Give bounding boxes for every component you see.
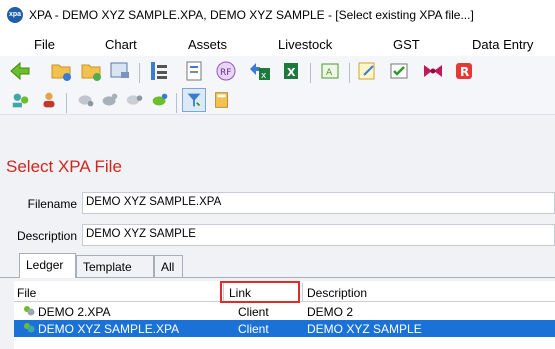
svg-text:x: x (261, 71, 267, 81)
excel-icon[interactable]: X (279, 59, 303, 83)
app-logo: xpa (7, 7, 23, 23)
back-arrow-icon[interactable] (8, 59, 32, 83)
bowtie-icon[interactable] (421, 59, 445, 83)
menu-chart[interactable]: Chart (105, 37, 137, 52)
menu-file[interactable]: File (34, 37, 55, 52)
cattle-icon[interactable] (99, 89, 123, 113)
menu-data-entry[interactable]: Data Entry (472, 37, 533, 52)
svg-text:R: R (460, 65, 469, 79)
print-preview-icon[interactable] (108, 59, 132, 83)
menu-livestock[interactable]: Livestock (278, 37, 332, 52)
calculator-icon[interactable] (211, 89, 235, 113)
svg-text:A: A (326, 68, 333, 78)
file-icon (22, 321, 36, 335)
goats-icon[interactable] (149, 89, 173, 113)
menu-assets[interactable]: Assets (188, 37, 227, 52)
menu-gst[interactable]: GST (393, 37, 420, 52)
cell-file: DEMO XYZ SAMPLE.XPA (38, 322, 180, 336)
cell-link: Client (238, 305, 269, 319)
sheep-icon[interactable] (123, 89, 147, 113)
link-column-highlight (220, 281, 300, 303)
chart-of-accounts-icon[interactable] (147, 59, 171, 83)
r-icon[interactable]: R (452, 59, 476, 83)
folder-icon[interactable] (80, 59, 104, 83)
excel-export-icon[interactable]: x (248, 59, 272, 83)
description-field[interactable]: DEMO XYZ SAMPLE (82, 224, 555, 246)
notepad-icon[interactable] (355, 59, 379, 83)
cell-description: DEMO 2 (307, 305, 354, 319)
panel-heading: Select XPA File (6, 157, 122, 176)
livestock-icon[interactable] (75, 89, 99, 113)
ledger-icon[interactable]: A (318, 59, 342, 83)
checklist-icon[interactable] (387, 59, 411, 83)
svg-text:RF: RF (220, 68, 231, 78)
cell-description: DEMO XYZ SAMPLE (307, 322, 422, 336)
document-icon[interactable] (183, 59, 207, 83)
svg-text:X: X (287, 66, 296, 79)
filename-label: Filename (27, 197, 77, 211)
tab-strip-line (0, 277, 555, 278)
users-icon[interactable] (10, 89, 34, 113)
filter-icon[interactable] (182, 88, 206, 112)
tab-all[interactable]: All (154, 255, 183, 277)
rf-icon[interactable]: RF (214, 59, 238, 83)
cell-link: Client (238, 322, 269, 336)
file-icon (22, 304, 36, 318)
person-icon[interactable] (38, 89, 62, 113)
column-header-file[interactable]: File (17, 283, 36, 301)
filename-field[interactable]: DEMO XYZ SAMPLE.XPA (82, 192, 555, 214)
description-label: Description (16, 229, 77, 243)
tab-ledger[interactable]: Ledger (19, 253, 76, 278)
tab-template[interactable]: Template (76, 255, 154, 277)
window-title: XPA - DEMO XYZ SAMPLE.XPA, DEMO XYZ SAMP… (29, 8, 474, 22)
toolbar-separator (139, 63, 140, 83)
open-folder-icon[interactable] (50, 59, 74, 83)
toolbar-separator (349, 63, 350, 83)
cell-file: DEMO 2.XPA (38, 305, 111, 319)
toolbar-separator (310, 63, 311, 83)
toolbar-separator (66, 93, 67, 113)
column-separator[interactable] (302, 283, 303, 301)
toolbar-separator (176, 93, 177, 113)
column-header-description[interactable]: Description (307, 283, 367, 301)
